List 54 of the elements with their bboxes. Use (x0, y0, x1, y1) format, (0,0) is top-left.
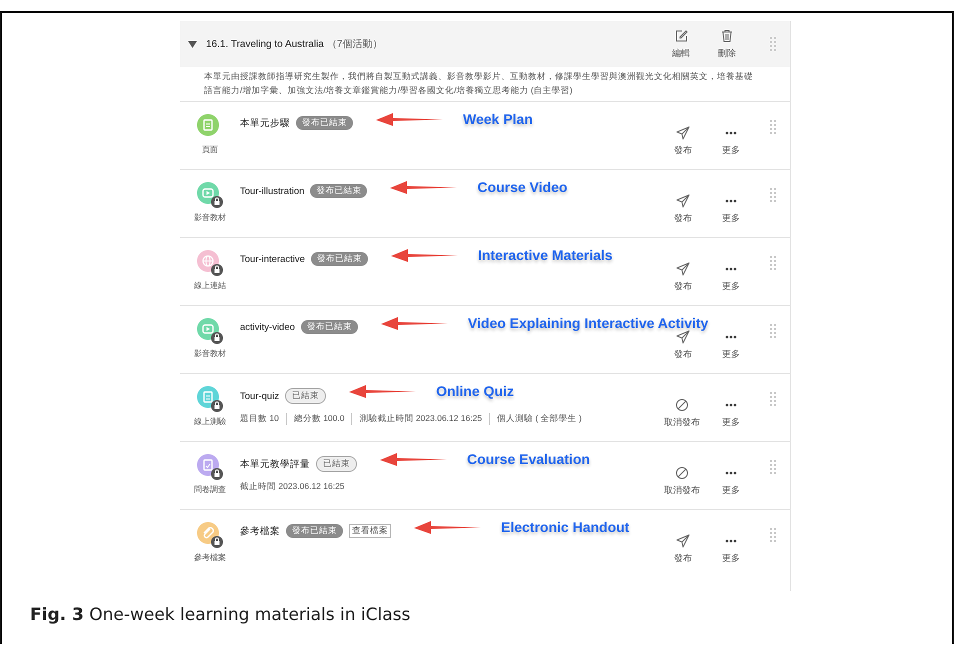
publish-button[interactable]: 發布 (666, 126, 700, 157)
more-button[interactable]: 更多 (714, 330, 748, 361)
status-badge: 已結束 (316, 456, 357, 472)
status-badge: 已結束 (285, 388, 326, 404)
annotation-label: Online Quiz (436, 383, 514, 399)
publish-button[interactable]: 發布 (666, 330, 700, 361)
activity-title[interactable]: Tour-illustration (240, 186, 304, 196)
unit-description: 本單元由授課教師指導研究生製作，我們將自製互動式講義、影音教學影片、互動教材，修課學生學習與澳洲觀光文化相關英文，培養基礎語言能力/增加字彙、加強文法/培養文章鑑賞能力/學習各國文化/培養獨立思考能力 (自主學習) (203, 70, 754, 97)
annotation-label: Interactive Materials (478, 247, 613, 263)
annotation-label: Week Plan (463, 111, 533, 127)
more-button[interactable]: 更多 (714, 126, 748, 157)
unpublish-button[interactable]: 取消發布 (664, 398, 700, 429)
activity-count: （7個活動） (326, 38, 382, 51)
activity-title[interactable]: activity-video (240, 322, 295, 332)
activity-type: 問卷調查 (194, 484, 226, 495)
activity-type: 影音教材 (194, 348, 226, 359)
status-badge: 發布已結束 (310, 252, 368, 266)
status-badge: 發布已結束 (310, 184, 368, 198)
activity-type: 線上連結 (194, 280, 226, 291)
annotation-label: Video Explaining Interactive Activity (468, 315, 708, 331)
activity-title[interactable]: Tour-quiz (240, 390, 280, 402)
more-button[interactable]: 更多 (714, 398, 748, 429)
more-button[interactable]: 更多 (714, 534, 748, 565)
publish-button[interactable]: 發布 (666, 262, 700, 293)
delete-button[interactable]: 刪除 (710, 28, 744, 60)
figure-caption: Fig. 3 One-week learning materials in iClass (30, 605, 412, 625)
unit-title: 16.1. Traveling to Australia (206, 38, 324, 50)
activity-title[interactable]: 參考檔案 (240, 524, 280, 538)
more-button[interactable]: 更多 (714, 262, 748, 293)
edit-button[interactable]: 編輯 (664, 28, 698, 60)
view-file-link[interactable]: 查看檔案 (349, 524, 391, 538)
status-badge: 發布已結束 (296, 116, 353, 130)
activity-detail: 個人測驗 ( 全部學生 ) (489, 413, 582, 425)
activity-detail: 題目數 10 (240, 413, 279, 425)
more-button[interactable]: 更多 (714, 194, 748, 225)
publish-button[interactable]: 發布 (666, 194, 700, 225)
more-button[interactable]: 更多 (714, 466, 748, 497)
activity-type: 參考檔案 (194, 552, 226, 563)
activity-title[interactable]: Tour-interactive (240, 254, 305, 264)
status-badge: 發布已結束 (300, 320, 358, 334)
activity-type: 影音教材 (194, 212, 226, 223)
activity-detail: 測驗截止時間 2023.06.12 16:25 (351, 413, 482, 425)
status-badge: 發布已結束 (286, 524, 343, 538)
activity-title[interactable]: 本單元教學評量 (240, 458, 310, 470)
activity-title[interactable]: 本單元步驟 (240, 116, 290, 130)
publish-button[interactable]: 發布 (666, 534, 700, 565)
activity-type: 線上測驗 (194, 416, 226, 427)
activity-detail: 總分數 100.0 (286, 413, 344, 425)
unpublish-button[interactable]: 取消發布 (664, 466, 700, 497)
annotation-label: Course Evaluation (467, 451, 590, 467)
activity-detail: 截止時間 2023.06.12 16:25 (240, 481, 345, 493)
annotation-label: Course Video (477, 179, 568, 195)
activity-type: 頁面 (202, 144, 218, 155)
annotation-label: Electronic Handout (501, 519, 630, 535)
